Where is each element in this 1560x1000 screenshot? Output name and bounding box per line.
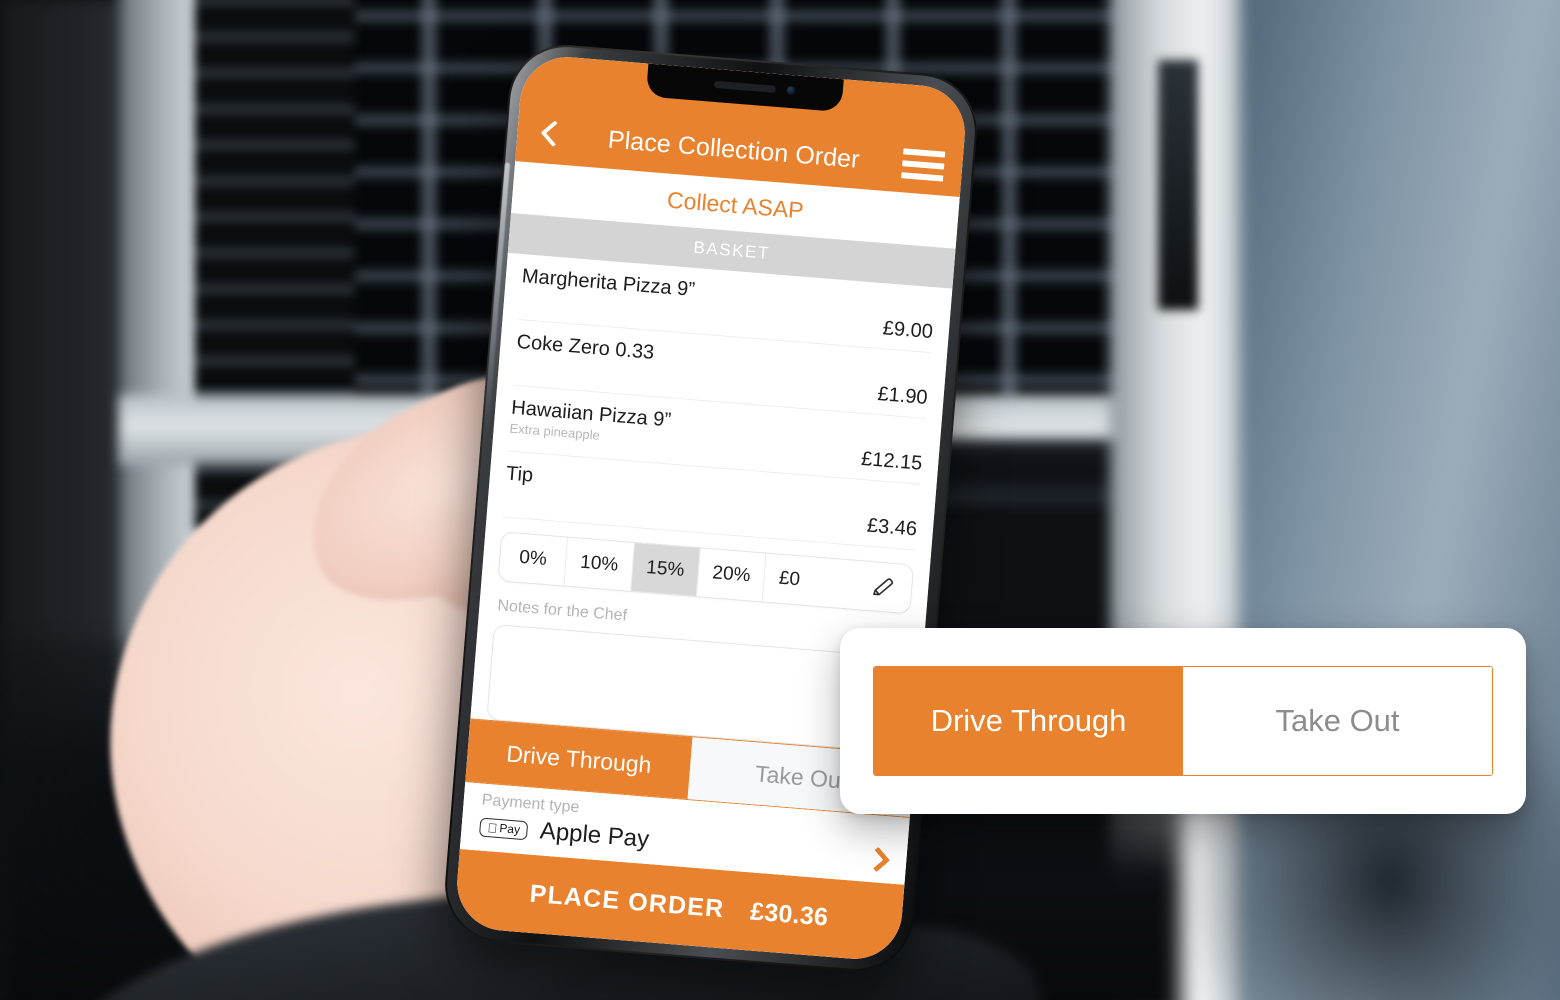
smartphone: Place Collection Order Collect ASAP BASK… — [440, 40, 982, 976]
chevron-left-icon[interactable] — [534, 117, 566, 149]
item-price: £1.90 — [876, 383, 929, 409]
tip-option-20[interactable]: 20% — [696, 548, 767, 602]
callout-drive-through-option[interactable]: Drive Through — [874, 667, 1183, 775]
item-price: £12.15 — [860, 447, 924, 475]
zoom-callout-card: Drive Through Take Out — [840, 628, 1526, 814]
screenshot-stage: Place Collection Order Collect ASAP BASK… — [0, 0, 1560, 1000]
ordering-app: Place Collection Order Collect ASAP BASK… — [453, 53, 969, 963]
apple-pay-badge-text: Pay — [489, 820, 521, 837]
apple-logo-icon:  — [487, 820, 498, 836]
apple-pay-badge-icon:  Pay — [478, 817, 529, 840]
tip-edit-button[interactable] — [853, 560, 914, 614]
pencil-icon — [873, 578, 894, 596]
basket-items-list: Margherita Pizza 9” £9.00 Coke Zero 0.33… — [487, 253, 953, 552]
item-price: £9.00 — [882, 317, 934, 344]
place-order-label: PLACE ORDER — [528, 879, 726, 923]
tip-option-0[interactable]: 0% — [498, 532, 569, 586]
payment-method-name: Apple Pay — [529, 816, 650, 853]
tip-amount: £3.46 — [866, 514, 918, 541]
chevron-right-icon[interactable] — [866, 849, 888, 871]
callout-take-out-option[interactable]: Take Out — [1183, 667, 1492, 775]
tip-custom-amount[interactable]: £0 — [763, 553, 858, 609]
tip-option-15-selected[interactable]: 15% — [630, 542, 701, 597]
order-total: £30.36 — [749, 896, 830, 932]
callout-order-mode-selector: Drive Through Take Out — [873, 666, 1493, 776]
phone-screen: Place Collection Order Collect ASAP BASK… — [453, 53, 969, 963]
tip-option-10[interactable]: 10% — [564, 537, 635, 591]
hamburger-menu-icon[interactable] — [901, 148, 946, 182]
